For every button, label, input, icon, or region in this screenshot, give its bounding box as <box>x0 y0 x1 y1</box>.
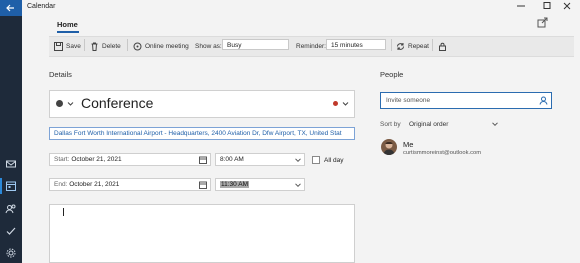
delete-button[interactable]: Delete <box>90 41 121 51</box>
start-date-picker[interactable]: Start: October 21, 2021 <box>49 153 211 166</box>
lock-icon <box>439 42 446 51</box>
reminder-label: Reminder: <box>296 42 326 50</box>
close-icon <box>563 2 571 10</box>
online-meeting-button[interactable]: Online meeting <box>133 41 189 51</box>
repeat-icon <box>397 42 404 50</box>
sort-by-label: Sort by <box>380 121 401 128</box>
online-meeting-label: Online meeting <box>145 42 189 50</box>
end-label: End: <box>54 181 68 188</box>
window-title: Calendar <box>27 3 56 10</box>
show-as-label: Show as: <box>195 42 222 50</box>
chevron-down-icon <box>295 158 301 163</box>
repeat-button[interactable]: Repeat <box>396 41 429 51</box>
tab-home-underline <box>57 31 79 33</box>
end-time-value: 11:30 AM <box>220 181 249 188</box>
toolbar-divider <box>127 39 128 51</box>
private-button[interactable] <box>438 41 447 51</box>
start-label: Start: <box>54 156 70 163</box>
category-chevron-icon[interactable] <box>342 100 349 107</box>
sort-by-select[interactable]: Original order <box>409 121 448 128</box>
minimize-button[interactable] <box>508 0 534 12</box>
start-time-select[interactable]: 8:00 AM <box>215 153 305 166</box>
people-icon[interactable] <box>5 203 17 215</box>
sort-chevron-icon[interactable] <box>492 121 498 127</box>
mail-icon[interactable] <box>5 158 17 170</box>
all-day-label: All day <box>324 157 344 164</box>
end-date-value: October 21, 2021 <box>69 181 120 188</box>
toolbar-divider <box>432 39 433 51</box>
calendar-chevron-icon[interactable] <box>67 100 74 107</box>
back-arrow-icon <box>6 4 14 12</box>
location-input[interactable]: Dallas Fort Worth International Airport … <box>49 127 355 140</box>
show-as-select[interactable]: Busy <box>222 39 289 50</box>
toolbar-divider <box>84 39 85 51</box>
avatar <box>381 139 397 155</box>
nav-rail <box>0 0 22 263</box>
details-heading: Details <box>49 70 72 79</box>
trash-icon <box>91 42 98 51</box>
attendee-email: curtismmoreinst@outlook.com <box>403 150 482 156</box>
event-body-editor[interactable] <box>49 204 355 263</box>
all-day-checkbox[interactable] <box>312 156 320 164</box>
end-time-select[interactable]: 11:30 AM <box>215 178 305 191</box>
back-button[interactable] <box>0 0 22 16</box>
save-icon <box>54 41 63 51</box>
reminder-select[interactable]: 15 minutes <box>326 39 386 50</box>
calendar-icon[interactable] <box>0 178 17 194</box>
delete-label: Delete <box>102 42 121 50</box>
start-time-value: 8:00 AM <box>220 156 244 163</box>
chevron-down-icon <box>295 183 301 188</box>
repeat-label: Repeat <box>408 42 429 50</box>
end-date-picker[interactable]: End: October 21, 2021 <box>49 178 211 191</box>
popout-icon <box>537 17 548 28</box>
contact-picker-icon[interactable] <box>539 96 548 105</box>
todo-icon[interactable] <box>5 225 17 237</box>
invite-input[interactable]: Invite someone <box>380 92 552 109</box>
close-button[interactable] <box>554 0 580 12</box>
category-dot[interactable] <box>333 101 338 106</box>
minimize-icon <box>517 5 525 7</box>
start-date-value: October 21, 2021 <box>71 156 122 163</box>
settings-icon[interactable] <box>5 247 17 259</box>
event-title-input[interactable]: Conference <box>81 95 153 111</box>
toolbar-divider <box>391 39 392 51</box>
save-button[interactable]: Save <box>54 41 81 51</box>
popout-button[interactable] <box>537 17 548 28</box>
tab-home[interactable]: Home <box>57 20 78 29</box>
calendar-picker-icon <box>199 156 207 164</box>
text-cursor <box>63 208 64 216</box>
save-label: Save <box>66 42 81 50</box>
people-heading: People <box>380 70 404 79</box>
calendar-picker-icon <box>199 181 207 189</box>
calendar-color-dot[interactable] <box>56 100 63 107</box>
online-meeting-icon <box>133 42 142 50</box>
attendee-name: Me <box>403 140 414 149</box>
